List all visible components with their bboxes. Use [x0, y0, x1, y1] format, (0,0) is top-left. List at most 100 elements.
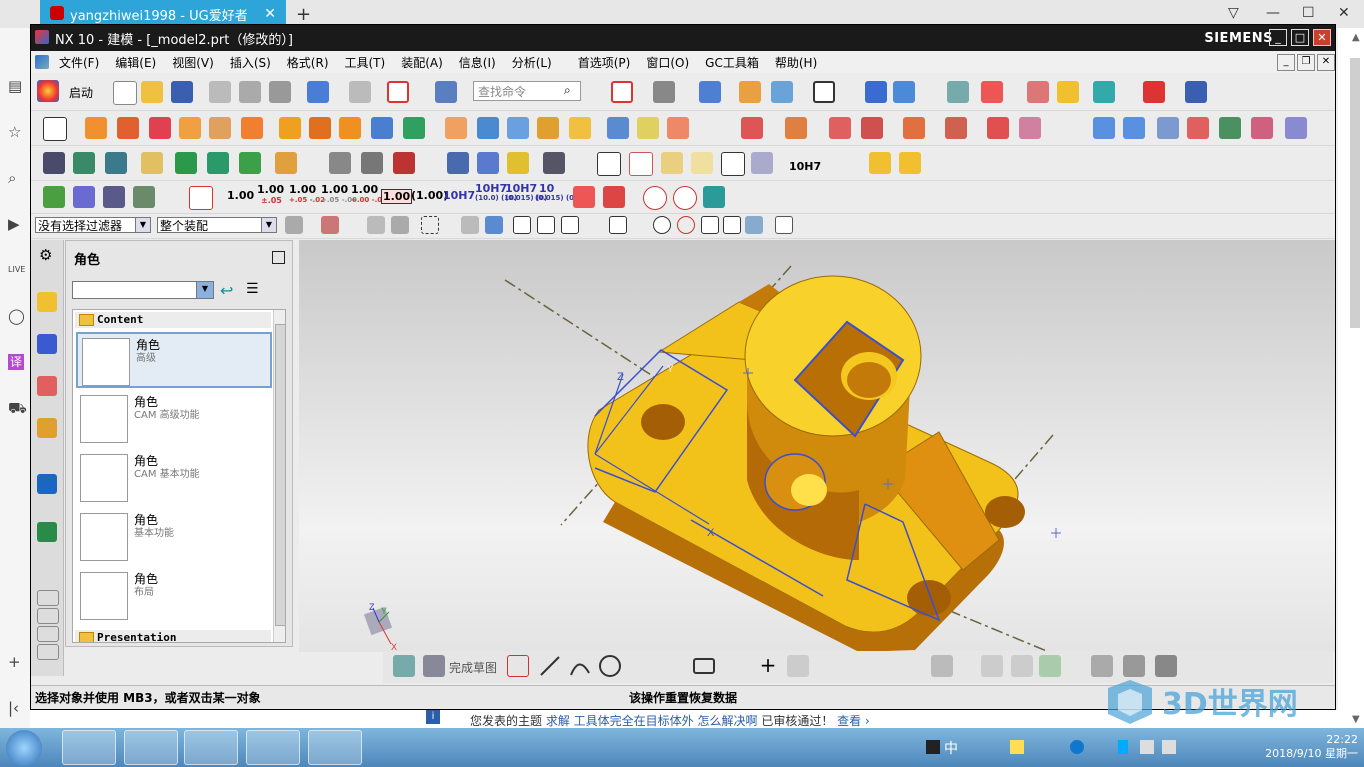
gdt-icon[interactable]: [603, 186, 625, 208]
weld-icon[interactable]: [691, 152, 713, 174]
background-icon[interactable]: [813, 81, 835, 103]
sequence-icon[interactable]: [1019, 117, 1041, 139]
filter-icon[interactable]: [285, 216, 303, 234]
menu-help[interactable]: 帮助(H): [767, 54, 825, 71]
profile-icon[interactable]: [507, 655, 529, 677]
select-face-icon[interactable]: [321, 216, 339, 234]
shell-icon[interactable]: [607, 117, 629, 139]
save-icon[interactable]: [171, 81, 193, 103]
menu-analysis[interactable]: 分析(L): [504, 54, 560, 71]
part-family-icon[interactable]: [869, 152, 891, 174]
hammer-icon[interactable]: [207, 152, 229, 174]
panel-maximize-icon[interactable]: [272, 251, 285, 264]
part-variant-icon[interactable]: [899, 152, 921, 174]
point-icon[interactable]: [43, 152, 65, 174]
notification-link[interactable]: 求解 工具体完全在目标体外 怎么解决啊: [546, 714, 758, 728]
mount-hole-2[interactable]: [985, 496, 1025, 528]
check-icon[interactable]: [175, 152, 197, 174]
grid-table-icon[interactable]: [629, 152, 653, 176]
subtract-icon[interactable]: [403, 117, 425, 139]
sketch-chamfer-icon[interactable]: [663, 655, 685, 677]
hole-icon[interactable]: [149, 117, 171, 139]
menu-assembly[interactable]: 装配(A): [393, 54, 451, 71]
snap-intersect-icon[interactable]: [633, 216, 651, 234]
search-icon[interactable]: ⌕: [8, 170, 24, 186]
dim-fit[interactable]: 10H7: [443, 189, 475, 202]
dimension-icon[interactable]: [1143, 81, 1165, 103]
circle-icon[interactable]: [599, 655, 621, 677]
show-constraints-icon[interactable]: [1011, 655, 1033, 677]
part-navigator-icon[interactable]: [37, 292, 57, 312]
search-icon[interactable]: ⌕: [564, 83, 571, 98]
validate-icon[interactable]: [43, 186, 65, 208]
move-layer-icon[interactable]: [893, 81, 915, 103]
start-button[interactable]: 启动: [69, 84, 93, 101]
taskbar-wps-icon[interactable]: [124, 730, 178, 765]
finish-sketch-label[interactable]: 完成草图: [449, 659, 497, 676]
cart-icon[interactable]: ⛟: [8, 400, 27, 416]
move-component-icon[interactable]: [829, 117, 851, 139]
snap-mid-icon[interactable]: [561, 216, 579, 234]
orient-icon[interactable]: [739, 81, 761, 103]
return-icon[interactable]: [703, 186, 725, 208]
frame-icon[interactable]: [189, 186, 213, 210]
tray-ime-label[interactable]: 中: [944, 738, 958, 758]
taskbar-browser-icon[interactable]: [308, 730, 362, 765]
constraint-icon[interactable]: [931, 655, 953, 677]
menu-window[interactable]: 窗口(O): [638, 54, 697, 71]
return-arrow-icon[interactable]: ↩: [220, 281, 233, 300]
open-folder-icon[interactable]: [141, 81, 163, 103]
sketch-icon[interactable]: [43, 117, 67, 141]
feature-select-icon[interactable]: [461, 216, 479, 234]
collapse-icon[interactable]: |‹: [8, 700, 24, 716]
type-filter-select[interactable]: 没有选择过滤器 ▼: [35, 217, 151, 233]
revolve-icon[interactable]: [117, 117, 139, 139]
menu-preferences[interactable]: 首选项(P): [570, 54, 639, 71]
tray-k-icon[interactable]: [1070, 740, 1084, 754]
render-style-icon[interactable]: [653, 81, 675, 103]
diameter-icon[interactable]: [643, 186, 667, 210]
reattach-icon[interactable]: [1123, 655, 1145, 677]
chat-icon[interactable]: ◯: [8, 308, 25, 324]
gear-icon[interactable]: [507, 152, 529, 174]
taskbar-explorer-icon[interactable]: [62, 730, 116, 765]
tolerance-label[interactable]: 10H7: [789, 160, 821, 173]
browser-maximize-button[interactable]: ☐: [1302, 5, 1315, 21]
spring-icon[interactable]: [447, 152, 469, 174]
role-filter-select[interactable]: ▼: [72, 281, 214, 299]
note-icon[interactable]: [141, 152, 163, 174]
n-sided-icon[interactable]: [1219, 117, 1241, 139]
copy-icon[interactable]: [239, 81, 261, 103]
bridge-icon[interactable]: [1251, 117, 1273, 139]
trim-body-icon[interactable]: [477, 117, 499, 139]
scroll-down-icon[interactable]: ▼: [1352, 714, 1360, 725]
rotate-icon[interactable]: [361, 152, 383, 174]
select-edge-icon[interactable]: [367, 216, 385, 234]
rectangle-icon[interactable]: [693, 658, 715, 674]
tool-icon[interactable]: [239, 152, 261, 174]
intersect-icon[interactable]: [445, 117, 467, 139]
datum-target-icon[interactable]: [573, 186, 595, 208]
snap-existing-icon[interactable]: [701, 216, 719, 234]
role-list-scroll-thumb[interactable]: [275, 324, 285, 626]
ruler-icon[interactable]: [1185, 81, 1207, 103]
doc-minimize-button[interactable]: _: [1277, 54, 1295, 71]
mount-hole-3[interactable]: [907, 580, 951, 616]
datum-icon[interactable]: [661, 152, 683, 174]
snap-curve-icon[interactable]: [585, 216, 603, 234]
snap-on-curve-icon[interactable]: [723, 216, 741, 234]
model-viewport[interactable]: Z Y X Z Y X: [299, 240, 1335, 653]
bolt-icon[interactable]: [477, 152, 499, 174]
taskbar-k-icon[interactable]: [246, 730, 300, 765]
dim-3[interactable]: 1.00: [289, 183, 316, 196]
quick-extend-icon[interactable]: [863, 655, 885, 677]
dim-4[interactable]: 1.00: [321, 183, 348, 196]
scroll-up-icon[interactable]: [37, 590, 59, 606]
bluetooth-icon[interactable]: [1118, 740, 1128, 754]
wave-icon[interactable]: [945, 117, 967, 139]
make-corner-icon[interactable]: [893, 655, 915, 677]
nx-close-button[interactable]: ✕: [1313, 29, 1331, 46]
menu-view[interactable]: 视图(V): [164, 54, 222, 71]
view-link[interactable]: 查看 ›: [837, 714, 870, 728]
tray-app-icon[interactable]: [1010, 740, 1024, 754]
